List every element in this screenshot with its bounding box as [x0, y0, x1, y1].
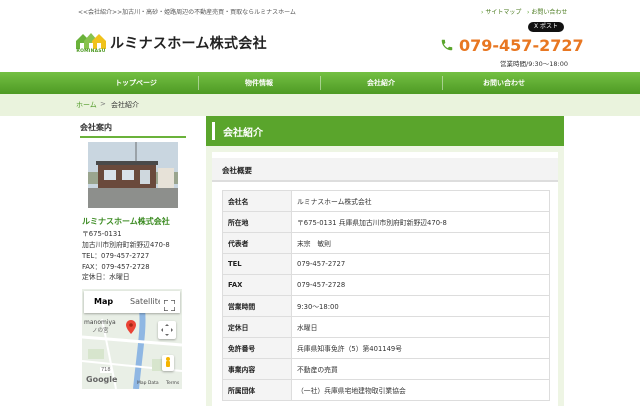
nav-item-contact[interactable]: お問い合わせ — [442, 72, 566, 94]
row-key: TEL — [222, 253, 292, 275]
sidebar-holiday: 定休日：水曜日 — [82, 273, 130, 281]
row-key: 事業内容 — [222, 358, 292, 380]
row-key: 定休日 — [222, 316, 292, 338]
row-key: 所在地 — [222, 211, 292, 233]
breadcrumb-separator: > — [100, 100, 106, 108]
header-tagline: <<会社紹介>>加古川・高砂・姫路周辺の不動産売買・買取ならルミナスホーム — [78, 9, 296, 16]
nav-item-top[interactable]: トップページ — [74, 72, 198, 94]
row-key: FAX — [222, 274, 292, 296]
company-logo[interactable]: ROMINASU — [76, 31, 106, 55]
google-logo: Google — [86, 375, 118, 384]
map-route-label: 718 — [100, 367, 112, 373]
row-value: 〒675-0131 兵庫県加古川市別府町新野辺470-8 — [291, 211, 550, 233]
google-map[interactable]: Map Satellite manomiya ノの宮 718 Google Ma… — [82, 289, 182, 389]
sidebar-fax: FAX：079-457-2728 — [82, 263, 150, 271]
row-value: 079-457-2727 — [291, 253, 550, 275]
table-row: 会社名 ルミナスホーム株式会社 — [222, 190, 550, 212]
table-row: 所属団体 （一社）兵庫県宅地建物取引業協会 — [222, 379, 550, 401]
row-value: （一社）兵庫県宅地建物取引業協会 — [291, 379, 550, 401]
row-value: 9:30～18:00 — [291, 295, 550, 317]
business-hours: 営業時間/9:30～18:00 — [500, 60, 569, 68]
map-pan-control[interactable] — [158, 321, 176, 339]
table-row: 営業時間 9:30～18:00 — [222, 295, 550, 317]
table-row: 免許番号 兵庫県知事免許（5）第401149号 — [222, 337, 550, 359]
row-key: 所属団体 — [222, 379, 292, 401]
row-value: 水曜日 — [291, 316, 550, 338]
contact-top-link[interactable]: お問い合わせ — [527, 7, 567, 16]
map-data-link[interactable]: Map Data — [137, 381, 159, 386]
sidebar-address: 加古川市別府町新野辺470-8 — [82, 241, 170, 249]
table-row: 事業内容 不動産の売買 — [222, 358, 550, 380]
row-value: 兵庫県知事免許（5）第401149号 — [291, 337, 550, 359]
table-row: 定休日 水曜日 — [222, 316, 550, 338]
row-value: 不動産の売買 — [291, 358, 550, 380]
logo-wordmark: ROMINASU — [76, 49, 106, 54]
map-place-sublabel: ノの宮 — [92, 328, 109, 334]
page-title: 会社紹介 — [223, 128, 263, 139]
street-view-control[interactable] — [162, 355, 174, 371]
row-key: 営業時間 — [222, 295, 292, 317]
table-row: FAX 079-457-2728 — [222, 274, 550, 296]
table-row: 所在地 〒675-0131 兵庫県加古川市別府町新野辺470-8 — [222, 211, 550, 233]
row-key: 代表者 — [222, 232, 292, 254]
sitemap-link[interactable]: サイトマップ — [481, 7, 521, 16]
breadcrumb-current: 会社紹介 — [111, 101, 139, 109]
section-title: 会社概要 — [222, 166, 252, 175]
sidebar-company-name: ルミナスホーム株式会社 — [82, 217, 170, 226]
row-key: 会社名 — [222, 190, 292, 212]
phone-icon — [440, 37, 454, 51]
location-pin-icon[interactable] — [126, 319, 136, 334]
map-terms-link[interactable]: Terms — [166, 381, 179, 386]
phone-number[interactable]: 079-457-2727 — [459, 36, 584, 55]
map-type-tabs: Map Satellite — [84, 291, 180, 313]
sidebar-heading: 会社案内 — [80, 122, 186, 138]
x-post-button[interactable]: X ポスト — [528, 22, 564, 32]
pan-arrows-icon — [161, 324, 173, 336]
brand-name[interactable]: ルミナスホーム株式会社 — [110, 33, 267, 53]
map-place-label: manomiya — [84, 319, 116, 326]
table-row: 代表者 末宗 敏則 — [222, 232, 550, 254]
map-tab-map[interactable]: Map — [94, 291, 113, 313]
breadcrumb-home[interactable]: ホーム — [76, 100, 97, 110]
main-nav: トップページ 物件情報 会社紹介 お問い合わせ — [0, 72, 640, 94]
map-tab-satellite[interactable]: Satellite — [130, 291, 160, 313]
table-row: TEL 079-457-2727 — [222, 253, 550, 275]
row-value: 079-457-2728 — [291, 274, 550, 296]
row-value: ルミナスホーム株式会社 — [291, 190, 550, 212]
nav-item-company[interactable]: 会社紹介 — [320, 72, 442, 94]
sidebar-tel: TEL：079-457-2727 — [82, 252, 150, 260]
pegman-icon — [166, 357, 170, 367]
office-photo — [88, 142, 178, 208]
row-value: 末宗 敏則 — [291, 232, 550, 254]
title-accent — [212, 122, 215, 140]
sidebar-postcode: 〒675-0131 — [82, 230, 122, 238]
section-header — [212, 158, 558, 182]
nav-item-properties[interactable]: 物件情報 — [198, 72, 320, 94]
company-info-table: 会社名 ルミナスホーム株式会社 所在地 〒675-0131 兵庫県加古川市別府町新野… — [222, 190, 550, 401]
row-key: 免許番号 — [222, 337, 292, 359]
fullscreen-icon[interactable] — [163, 296, 176, 312]
